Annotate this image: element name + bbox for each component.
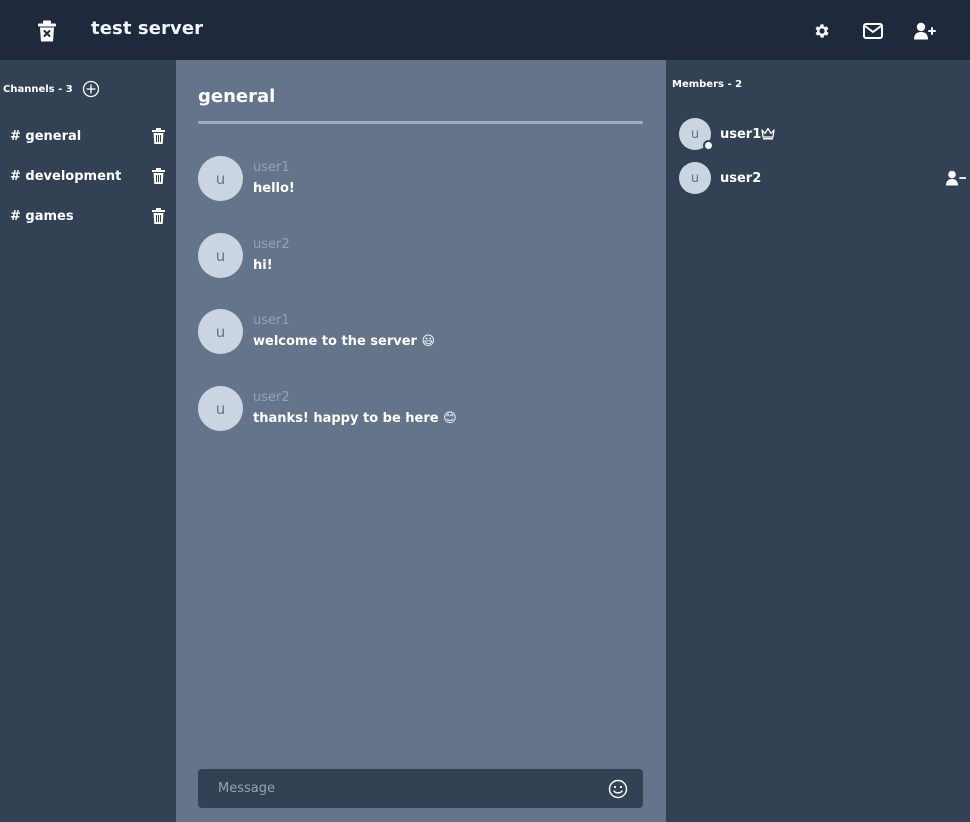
message-input[interactable] <box>198 769 598 808</box>
delete-channel-button[interactable] <box>150 167 166 185</box>
avatar: u <box>679 162 711 194</box>
avatar[interactable]: u <box>198 233 243 278</box>
message-text: welcome to the server 😃 <box>253 334 436 349</box>
inbox-button[interactable] <box>859 17 887 45</box>
title-divider <box>198 121 643 124</box>
remove-member-button[interactable] <box>945 169 967 187</box>
add-user-icon <box>914 22 936 40</box>
message-author[interactable]: user2 <box>253 237 290 252</box>
member-item-user1[interactable]: u user1 <box>666 118 970 152</box>
channel-label: # games <box>10 208 74 224</box>
member-item-user2[interactable]: u user2 <box>666 162 970 196</box>
server-name: test server <box>91 18 204 39</box>
message-text: thanks! happy to be here 😊 <box>253 411 457 426</box>
settings-button[interactable] <box>808 17 836 45</box>
member-name: user2 <box>720 171 762 186</box>
trash-icon <box>151 168 165 184</box>
members-title: Members - 2 <box>672 79 743 90</box>
channel-sidebar: Channels - 3 # general # development # g… <box>0 60 176 822</box>
channels-header: Channels - 3 <box>3 80 100 98</box>
message-author[interactable]: user1 <box>253 313 290 328</box>
message-text: hi! <box>253 258 273 273</box>
message-item: u user1 welcome to the server 😃 <box>198 309 643 355</box>
mail-icon <box>863 23 883 39</box>
channel-label: # development <box>10 168 122 184</box>
channel-item-development[interactable]: # development <box>0 161 176 191</box>
add-channel-button[interactable] <box>82 80 100 98</box>
online-status-dot <box>703 140 714 151</box>
remove-user-icon <box>946 170 966 186</box>
message-item: u user2 hi! <box>198 233 643 279</box>
members-panel: Members - 2 u user1 u user2 <box>666 60 970 822</box>
trash-x-icon <box>38 20 56 42</box>
member-name: user1 <box>720 127 762 142</box>
channel-item-games[interactable]: # games <box>0 201 176 231</box>
smiley-icon <box>608 779 628 799</box>
message-author[interactable]: user1 <box>253 160 290 175</box>
crown-icon <box>760 127 775 140</box>
message-text: hello! <box>253 181 295 196</box>
delete-server-button[interactable] <box>33 17 61 45</box>
delete-channel-button[interactable] <box>150 127 166 145</box>
gear-icon <box>815 24 829 38</box>
owner-badge <box>760 126 775 141</box>
avatar[interactable]: u <box>198 309 243 354</box>
avatar[interactable]: u <box>198 386 243 431</box>
channel-item-general[interactable]: # general <box>0 121 176 151</box>
chat-panel: general u user1 hello! u user2 hi! u use… <box>176 60 666 822</box>
message-item: u user2 thanks! happy to be here 😊 <box>198 386 643 432</box>
delete-channel-button[interactable] <box>150 207 166 225</box>
message-item: u user1 hello! <box>198 156 643 202</box>
avatar[interactable]: u <box>198 156 243 201</box>
trash-icon <box>151 208 165 224</box>
invite-user-button[interactable] <box>911 17 939 45</box>
message-composer <box>198 769 643 808</box>
channels-title: Channels - 3 <box>3 83 73 95</box>
message-author[interactable]: user2 <box>253 390 290 405</box>
channel-title: general <box>198 86 276 107</box>
trash-icon <box>151 128 165 144</box>
channel-label: # general <box>10 128 82 144</box>
plus-circle-icon <box>82 80 99 98</box>
top-bar: test server <box>0 0 970 60</box>
emoji-button[interactable] <box>607 778 629 800</box>
